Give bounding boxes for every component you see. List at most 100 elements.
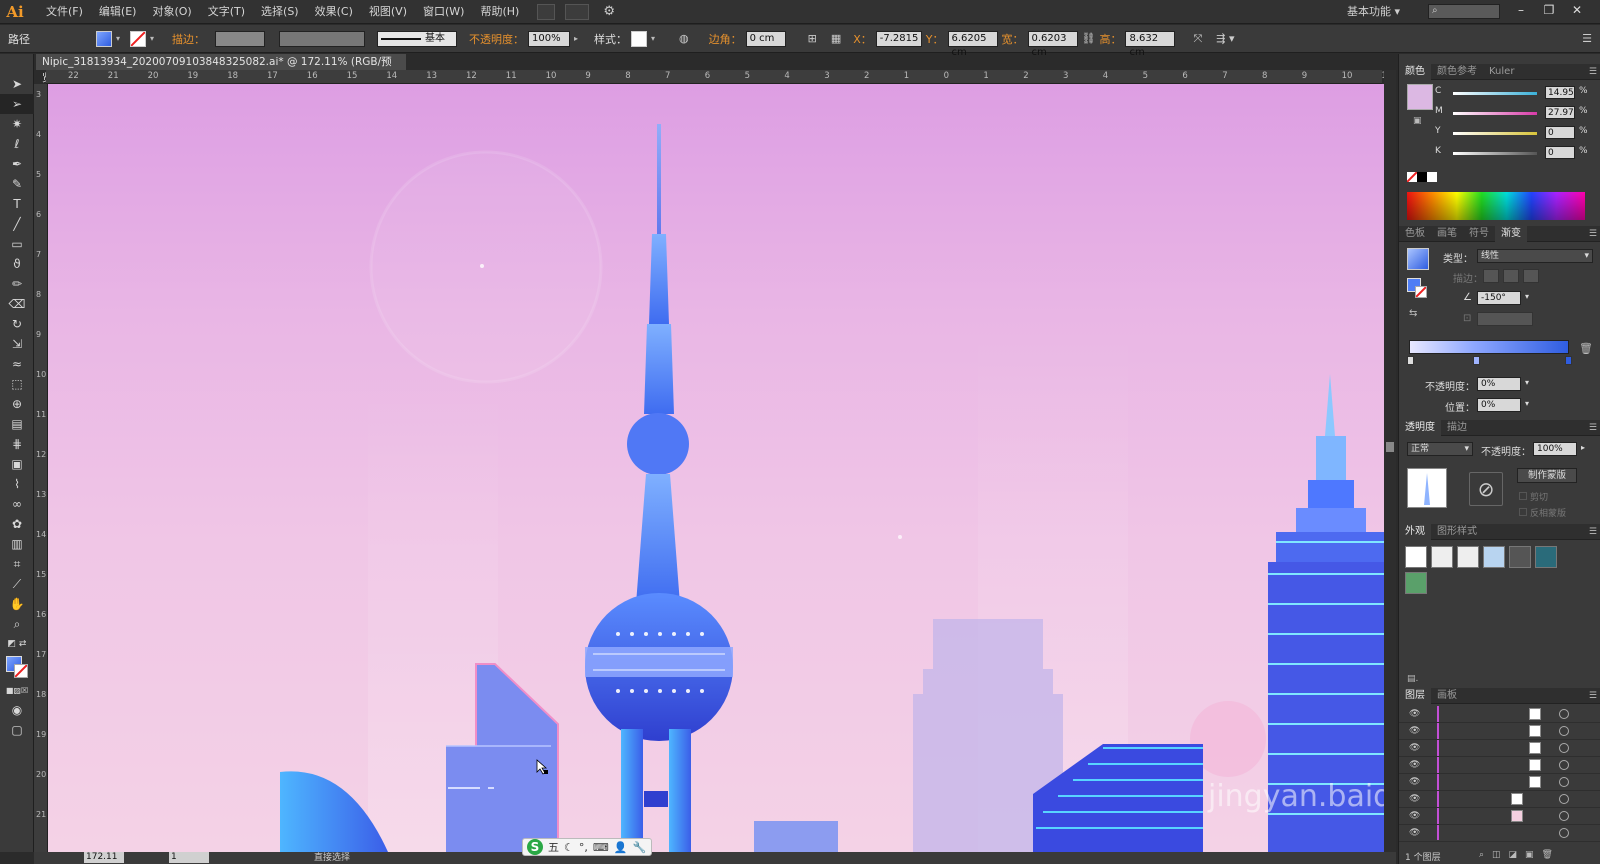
color-channel-row[interactable]: K 0%	[1435, 146, 1595, 160]
minimize-button[interactable]: –	[1508, 0, 1534, 22]
shape-builder-tool-icon[interactable]: ⊕	[0, 394, 34, 414]
channel-value-field[interactable]: 27.97	[1545, 106, 1575, 119]
layer-target-icon[interactable]	[1559, 709, 1569, 719]
pencil-tool-icon[interactable]: ✏	[0, 274, 34, 294]
default-colors-icon[interactable]: ◩ ⇄	[0, 634, 34, 654]
panel-tab[interactable]: 图形样式	[1431, 524, 1483, 540]
document-tab[interactable]: Nipic_31813934_20200709103848325082.ai* …	[36, 54, 406, 84]
graphic-style-swatch[interactable]	[631, 30, 647, 47]
visibility-eye-icon[interactable]: 👁	[1409, 794, 1420, 804]
color-channel-row[interactable]: M 27.97%	[1435, 106, 1595, 120]
recolor-artwork-icon[interactable]: ◍	[679, 32, 689, 45]
opacity-arrow-icon[interactable]: ▸	[574, 34, 584, 43]
panel-tab[interactable]: 透明度	[1399, 419, 1441, 436]
out-of-gamut-icon[interactable]: ▣	[1413, 116, 1422, 126]
graphic-style-4[interactable]	[1483, 546, 1505, 568]
screen-mode-icon[interactable]: ▢	[0, 720, 34, 740]
visibility-eye-icon[interactable]: 👁	[1409, 811, 1420, 821]
column-graph-tool-icon[interactable]: ▥	[0, 534, 34, 554]
zoom-tool-icon[interactable]: ⌕	[0, 614, 34, 634]
visibility-eye-icon[interactable]: 👁	[1409, 726, 1420, 736]
menu-item[interactable]: 文字(T)	[200, 0, 253, 24]
direct-selection-tool-icon[interactable]: ➢	[0, 94, 34, 114]
symbol-sprayer-tool-icon[interactable]: ✿	[0, 514, 34, 534]
gradient-opacity-field[interactable]: 0%	[1477, 377, 1521, 391]
restore-button[interactable]: ❐	[1536, 0, 1562, 22]
current-tool-status[interactable]: 直接选择	[314, 852, 350, 864]
panel-tab[interactable]: 颜色参考	[1431, 64, 1483, 80]
x-field[interactable]: -7.2815	[875, 30, 922, 47]
scale-tool-icon[interactable]: ⇲	[0, 334, 34, 354]
transparency-opacity-field[interactable]: 100%	[1533, 442, 1577, 456]
rotate-tool-icon[interactable]: ↻	[0, 314, 34, 334]
blend-mode-select[interactable]: 正常 ▾	[1407, 442, 1473, 456]
angle-dropdown-icon[interactable]: ▾	[1525, 292, 1529, 301]
channel-slider[interactable]	[1453, 112, 1537, 115]
settings-wrench-icon[interactable]: 🔧	[632, 841, 646, 854]
stroke-label[interactable]: 描边：	[172, 31, 205, 47]
sogou-ime-logo[interactable]: S	[527, 839, 543, 855]
eraser-tool-icon[interactable]: ⌫	[0, 294, 34, 314]
selection-tool-icon[interactable]: ➤	[0, 74, 34, 94]
menu-item[interactable]: 窗口(W)	[415, 0, 472, 24]
menu-item[interactable]: 帮助(H)	[472, 0, 527, 24]
layer-target-icon[interactable]	[1559, 828, 1569, 838]
search-input[interactable]: ⌕	[1428, 4, 1500, 19]
panel-tab[interactable]: 颜色	[1399, 63, 1431, 80]
lasso-tool-icon[interactable]: ℓ	[0, 134, 34, 154]
panel-menu-icon[interactable]: ☰	[1589, 423, 1597, 433]
gradient-stop-middle[interactable]	[1473, 356, 1480, 365]
panel-tab[interactable]: 画板	[1431, 688, 1463, 704]
transform-icon[interactable]: ⤧	[1193, 32, 1202, 46]
panel-menu-icon[interactable]: ☰	[1589, 229, 1597, 239]
layers-footer-icons[interactable]: ⌕◫◪▣🗑	[1479, 850, 1561, 860]
corner-field[interactable]: 0 cm	[745, 30, 786, 47]
channel-value-field[interactable]: 0	[1545, 126, 1575, 139]
graphic-style-2[interactable]	[1431, 546, 1453, 568]
artboard-tool-icon[interactable]: ⌗	[0, 554, 34, 574]
gradient-tool-icon[interactable]: ▣	[0, 454, 34, 474]
object-thumbnail[interactable]	[1407, 468, 1447, 508]
layer-row[interactable]: 👁	[1399, 808, 1600, 825]
slice-tool-icon[interactable]: ⟋	[0, 574, 34, 594]
gradient-fill-stroke-icon[interactable]	[1407, 278, 1429, 300]
stroke-weight-field[interactable]	[215, 30, 265, 47]
none-color-swatch[interactable]	[1406, 171, 1418, 183]
width-field[interactable]: 0.6203 cm	[1027, 30, 1078, 58]
workspace-switcher[interactable]: 基本功能 ▾	[1347, 0, 1400, 24]
delete-stop-icon[interactable]: 🗑	[1579, 342, 1593, 355]
color-spectrum-bar[interactable]	[1407, 192, 1585, 220]
visibility-eye-icon[interactable]: 👁	[1409, 777, 1420, 787]
variable-width-field[interactable]	[279, 30, 365, 47]
mesh-tool-icon[interactable]: ⋕	[0, 434, 34, 454]
channel-slider[interactable]	[1453, 152, 1537, 155]
gradient-preview-swatch[interactable]	[1407, 248, 1429, 270]
menu-item[interactable]: 选择(S)	[253, 0, 307, 24]
color-fill-preview[interactable]	[1407, 84, 1433, 110]
layer-target-icon[interactable]	[1559, 777, 1569, 787]
artboard-canvas[interactable]: jingyan.baidu.com	[48, 84, 1384, 852]
visibility-eye-icon[interactable]: 👁	[1409, 828, 1420, 838]
graphic-style-5[interactable]	[1509, 546, 1531, 568]
keyboard-icon[interactable]: ⌨	[593, 841, 609, 854]
style-dropdown-icon[interactable]: ▾	[651, 34, 661, 43]
corner-label[interactable]: 边角：	[709, 31, 742, 47]
free-transform-tool-icon[interactable]: ⬚	[0, 374, 34, 394]
hand-tool-icon[interactable]: ✋	[0, 594, 34, 614]
rectangle-tool-icon[interactable]: ▭	[0, 234, 34, 254]
gradient-location-dropdown-icon[interactable]: ▾	[1525, 399, 1529, 408]
curvature-tool-icon[interactable]: ✎	[0, 174, 34, 194]
layer-row[interactable]: 👁	[1399, 825, 1600, 842]
layer-target-icon[interactable]	[1559, 760, 1569, 770]
visibility-eye-icon[interactable]: 👁	[1409, 760, 1420, 770]
channel-value-field[interactable]: 14.95	[1545, 86, 1575, 99]
line-tool-icon[interactable]: ╱	[0, 214, 34, 234]
layer-row[interactable]: 👁	[1399, 740, 1600, 757]
fill-stroke-indicator[interactable]	[0, 654, 34, 680]
type-tool-icon[interactable]: T	[0, 194, 34, 214]
menu-item[interactable]: 视图(V)	[361, 0, 415, 24]
blend-tool-icon[interactable]: ∞	[0, 494, 34, 514]
transparency-opacity-arrow-icon[interactable]: ▸	[1581, 443, 1585, 452]
isolate-icon[interactable]: ⇶ ▾	[1216, 32, 1234, 45]
magic-wand-tool-icon[interactable]: ✷	[0, 114, 34, 134]
